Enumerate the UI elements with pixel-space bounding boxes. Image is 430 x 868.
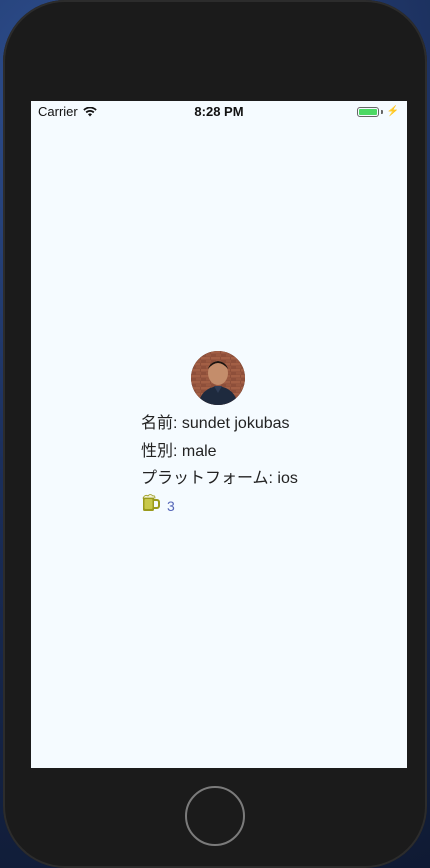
- app-screen: Carrier 8:28 PM ⚡ 名前: sundet jokubas 性別:…: [31, 101, 407, 768]
- battery-icon: [356, 106, 379, 117]
- iphone-simulator-frame: Carrier 8:28 PM ⚡ 名前: sundet jokubas 性別:…: [3, 0, 427, 868]
- status-time: 8:28 PM: [194, 104, 244, 119]
- name-text: 名前: sundet jokubas: [141, 415, 290, 432]
- beer-count-row: 3: [141, 493, 175, 518]
- battery-indicator: ⚡: [356, 106, 399, 117]
- battery-fill: [358, 108, 377, 115]
- battery-tip: [380, 109, 383, 114]
- beer-mug-icon[interactable]: [141, 493, 161, 518]
- gender-text: 性別: male: [141, 443, 217, 460]
- platform-text: プラットフォーム: ios: [141, 470, 298, 487]
- bolt-icon: ⚡: [386, 106, 399, 117]
- status-bar: Carrier 8:28 PM ⚡: [31, 101, 407, 123]
- home-button[interactable]: [185, 786, 245, 846]
- beer-count: 3: [167, 497, 175, 514]
- avatar[interactable]: [191, 351, 245, 405]
